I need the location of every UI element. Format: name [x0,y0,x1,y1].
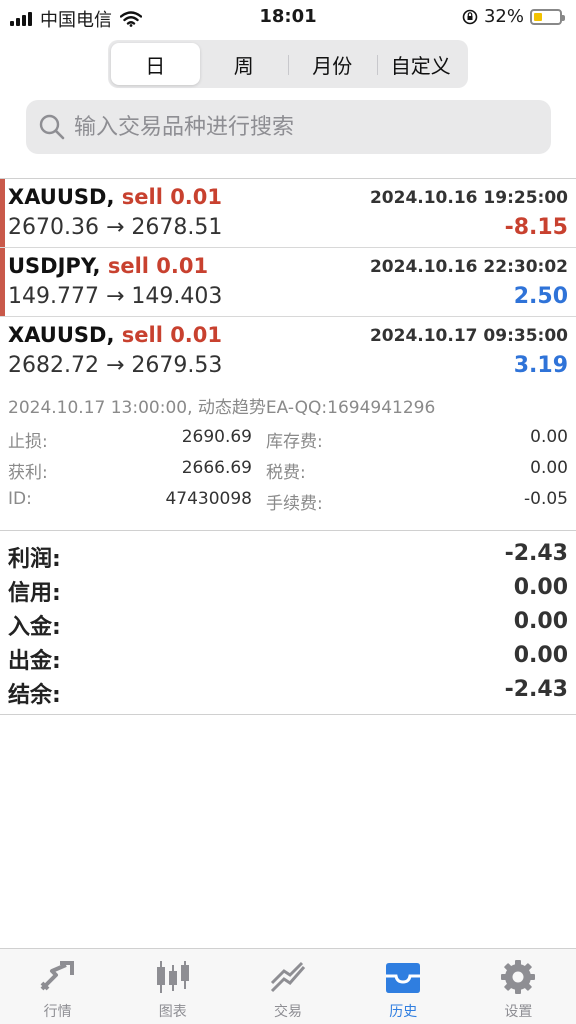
trade-side: sell 0.01 [121,323,223,347]
tab-trade[interactable]: 交易 [230,949,345,1024]
order-id-value: 47430098 [165,489,252,509]
trade-details: 止损: 2690.69 库存费: 0.00 获利: 2666.69 税费: 0.… [8,427,568,520]
tab-settings[interactable]: 设置 [461,949,576,1024]
trade-side: sell 0.01 [121,185,223,209]
trade-row[interactable]: USDJPY, sell 0.01 2024.10.16 22:30:02 14… [0,248,576,317]
trade-symbol: XAUUSD, [8,323,115,347]
order-id-label: ID: [8,489,32,509]
period-tab-month[interactable]: 月份 [288,43,377,85]
swap-label: 库存费: [266,432,323,452]
tab-label: 设置 [504,1004,533,1020]
trade-prices: 2670.36 → 2678.51 [8,215,223,240]
account-summary: 利润: -2.43 信用: 0.00 入金: 0.00 出金: 0.00 结余:… [0,538,576,715]
summary-row-withdrawal: 出金: 0.00 [0,640,576,674]
bottom-tab-bar: 行情 图表 交易 历史 设置 [0,948,576,1024]
trade-symbol-line: XAUUSD, sell 0.01 [8,323,222,347]
commission-label: 手续费: [266,494,323,514]
trade-symbol-line: USDJPY, sell 0.01 [8,254,208,278]
summary-label: 结余: [8,683,61,708]
summary-label: 入金: [8,615,61,640]
period-tab-day[interactable]: 日 [111,43,200,85]
tab-history[interactable]: 历史 [346,949,461,1024]
detail-row: 获利: 2666.69 税费: 0.00 [8,458,568,489]
battery-icon [530,8,565,25]
trade-row-expanded[interactable]: XAUUSD, sell 0.01 2024.10.17 09:35:00 26… [0,317,576,531]
battery-percent: 32% [483,6,524,27]
trade-side: sell 0.01 [107,254,209,278]
status-right: 32% [462,6,565,27]
summary-value: 0.00 [513,643,568,668]
summary-value: -2.43 [504,677,568,702]
summary-label: 出金: [8,649,61,674]
detail-row: 止损: 2690.69 库存费: 0.00 [8,427,568,458]
trade-symbol: USDJPY, [8,254,101,278]
chart-icon [156,961,189,993]
take-profit-label: 获利: [8,463,48,483]
settings-icon [501,960,536,994]
trade-prices: 149.777 → 149.403 [8,284,223,309]
commission-value: -0.05 [524,489,568,509]
summary-row-balance: 结余: -2.43 [0,674,576,708]
search-icon [39,114,65,140]
tab-label: 交易 [274,1004,302,1020]
summary-row-deposit: 入金: 0.00 [0,606,576,640]
summary-value: 0.00 [513,575,568,600]
status-bar: 中国电信 18:01 32% [0,0,576,36]
tab-quotes[interactable]: 行情 [0,949,115,1024]
trade-profit: 2.50 [513,284,568,309]
trade-history-list: XAUUSD, sell 0.01 2024.10.16 19:25:00 26… [0,178,576,531]
period-segmented-control: 日 周 月份 自定义 [108,40,468,88]
tab-label: 行情 [43,1004,72,1020]
trade-row[interactable]: XAUUSD, sell 0.01 2024.10.16 19:25:00 26… [0,179,576,248]
period-tab-custom[interactable]: 自定义 [376,43,466,85]
search-bar[interactable] [26,100,551,154]
stop-loss-value: 2690.69 [181,427,252,447]
summary-row-credit: 信用: 0.00 [0,572,576,606]
tab-label: 图表 [158,1004,187,1020]
tab-charts[interactable]: 图表 [115,949,230,1024]
trade-profit: 3.19 [513,353,568,378]
tax-label: 税费: [266,463,306,483]
history-icon [386,963,421,993]
tax-value: 0.00 [530,458,568,478]
trade-time: 2024.10.16 22:30:02 [369,257,568,277]
trade-symbol-line: XAUUSD, sell 0.01 [8,185,222,209]
take-profit-value: 2666.69 [181,458,252,478]
trade-comment: 2024.10.17 13:00:00, 动态趋势EA-QQ:169494129… [8,398,436,418]
trade-icon [270,961,306,993]
trade-time: 2024.10.16 19:25:00 [369,188,568,208]
summary-row-profit: 利润: -2.43 [0,538,576,572]
summary-label: 信用: [8,581,61,606]
stop-loss-label: 止损: [8,432,48,452]
trade-time: 2024.10.17 09:35:00 [369,326,568,346]
trade-profit: -8.15 [504,215,568,240]
trade-symbol: XAUUSD, [8,185,115,209]
trade-prices: 2682.72 → 2679.53 [8,353,223,378]
quotes-icon [40,961,74,991]
orientation-lock-icon [462,9,478,24]
search-input[interactable] [74,114,534,140]
summary-label: 利润: [8,547,61,572]
swap-value: 0.00 [530,427,568,447]
period-tab-week[interactable]: 周 [200,43,289,85]
detail-row: ID: 47430098 手续费: -0.05 [8,489,568,520]
tab-label: 历史 [389,1004,418,1020]
summary-value: 0.00 [513,609,568,634]
summary-value: -2.43 [504,541,568,566]
